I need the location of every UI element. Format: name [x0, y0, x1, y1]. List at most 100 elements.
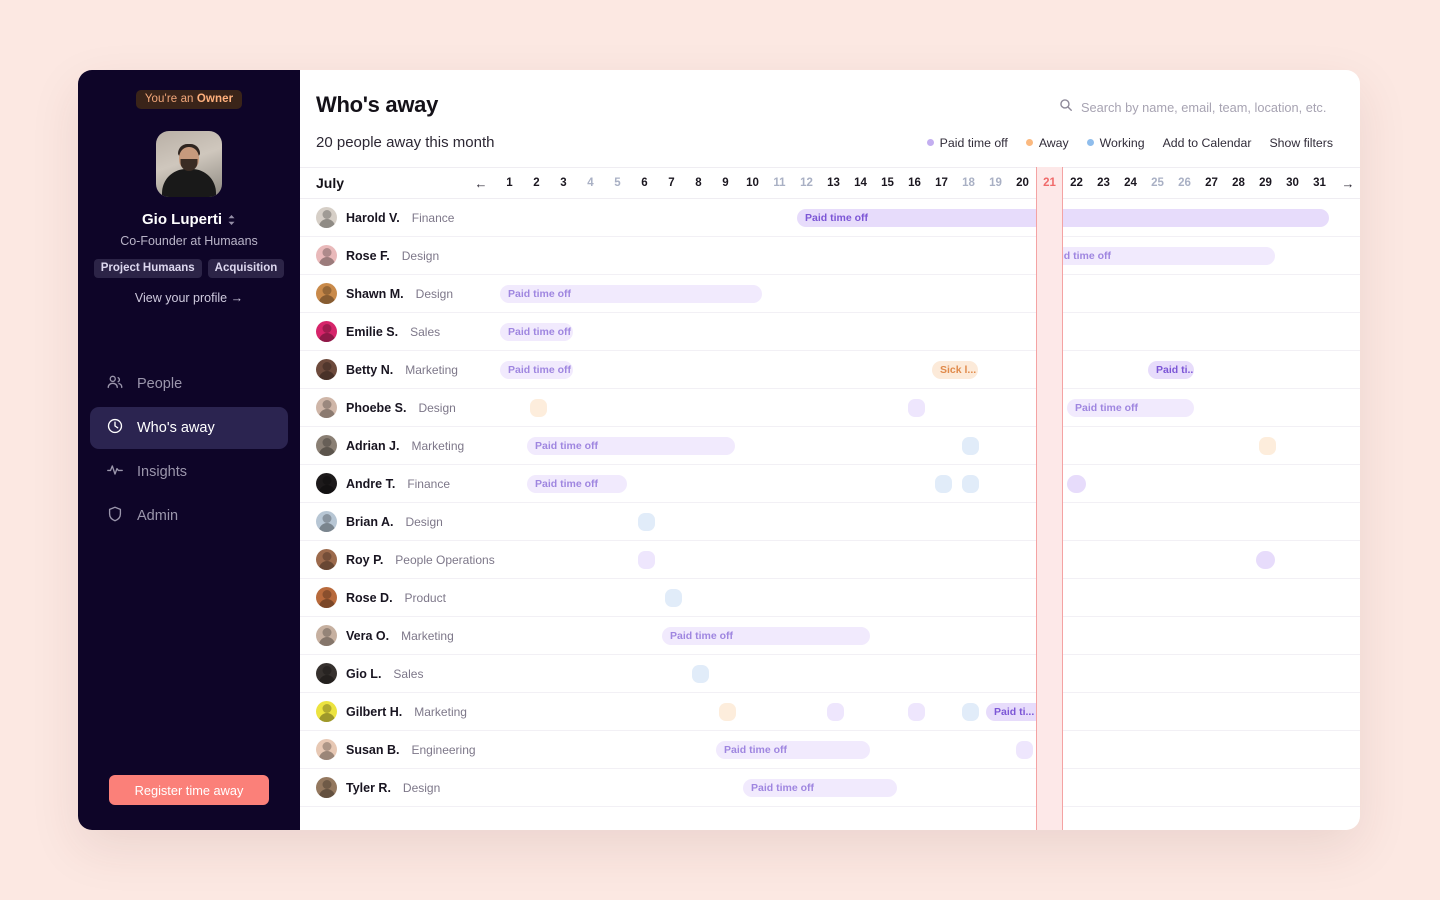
timeline-bar[interactable]: Paid time off	[743, 778, 897, 797]
table-row[interactable]: Harold V. Finance Paid time off	[300, 199, 1360, 237]
timeline-bar[interactable]	[908, 702, 925, 721]
day-header-12[interactable]: 12	[793, 177, 820, 189]
timeline-bar[interactable]	[638, 550, 655, 569]
table-row[interactable]: Rose F. Design Paid time off	[300, 237, 1360, 275]
sidebar-item-whos-away[interactable]: Who's away	[90, 407, 288, 449]
person-cell[interactable]: Gio L. Sales	[300, 663, 496, 684]
timeline-bar[interactable]: Paid time off	[500, 284, 762, 303]
day-header-5[interactable]: 5	[604, 177, 631, 189]
table-row[interactable]: Rose D. Product	[300, 579, 1360, 617]
timeline-track[interactable]: Paid time off Sick l... Paid ti...	[496, 351, 1360, 389]
table-row[interactable]: Brian A. Design	[300, 503, 1360, 541]
day-header-27[interactable]: 27	[1198, 177, 1225, 189]
day-header-15[interactable]: 15	[874, 177, 901, 189]
day-header-6[interactable]: 6	[631, 177, 658, 189]
timeline-track[interactable]: Paid time off	[496, 427, 1360, 465]
timeline-track[interactable]: Paid time off	[496, 313, 1360, 351]
day-header-4[interactable]: 4	[577, 177, 604, 189]
timeline-bar[interactable]	[908, 398, 925, 417]
person-cell[interactable]: Shawn M. Design	[300, 283, 496, 304]
table-row[interactable]: Vera O. Marketing Paid time off	[300, 617, 1360, 655]
day-header-10[interactable]: 10	[739, 177, 766, 189]
timeline-bar[interactable]	[1016, 740, 1033, 759]
day-header-1[interactable]: 1	[496, 177, 523, 189]
person-cell[interactable]: Susan B. Engineering	[300, 739, 496, 760]
timeline-bar[interactable]: Paid time off	[527, 436, 735, 455]
day-header-29[interactable]: 29	[1252, 177, 1279, 189]
timeline-bar[interactable]	[935, 474, 952, 493]
day-header-9[interactable]: 9	[712, 177, 739, 189]
day-header-14[interactable]: 14	[847, 177, 874, 189]
tag-acquisition[interactable]: Acquisition	[207, 259, 285, 278]
day-header-24[interactable]: 24	[1117, 177, 1144, 189]
table-row[interactable]: Susan B. Engineering Paid time off	[300, 731, 1360, 769]
person-cell[interactable]: Phoebe S. Design	[300, 397, 496, 418]
day-header-26[interactable]: 26	[1171, 177, 1198, 189]
timeline-bar[interactable]	[1256, 550, 1275, 569]
day-header-3[interactable]: 3	[550, 177, 577, 189]
timeline-track[interactable]: Paid time off	[496, 389, 1360, 427]
timeline-bar[interactable]	[719, 702, 736, 721]
person-cell[interactable]: Rose F. Design	[300, 245, 496, 266]
timeline-bar[interactable]	[665, 588, 682, 607]
table-row[interactable]: Betty N. Marketing Paid time off Sick l... P…	[300, 351, 1360, 389]
person-cell[interactable]: Rose D. Product	[300, 587, 496, 608]
day-header-30[interactable]: 30	[1279, 177, 1306, 189]
person-cell[interactable]: Andre T. Finance	[300, 473, 496, 494]
tag-project[interactable]: Project Humaans	[93, 259, 202, 278]
timeline-track[interactable]: Paid time off	[496, 465, 1360, 503]
timeline-bar[interactable]	[1259, 436, 1276, 455]
table-row[interactable]: Gio L. Sales	[300, 655, 1360, 693]
timeline-bar[interactable]: Paid time off	[500, 322, 573, 341]
timeline-bar[interactable]	[962, 474, 979, 493]
sidebar-item-admin[interactable]: Admin	[90, 495, 288, 537]
table-row[interactable]: Phoebe S. Design Paid time off	[300, 389, 1360, 427]
next-month-button[interactable]: →	[1333, 176, 1360, 191]
show-filters-button[interactable]: Show filters	[1269, 136, 1333, 150]
table-row[interactable]: Roy P. People Operations	[300, 541, 1360, 579]
person-cell[interactable]: Adrian J. Marketing	[300, 435, 496, 456]
person-cell[interactable]: Brian A. Design	[300, 511, 496, 532]
day-header-18[interactable]: 18	[955, 177, 982, 189]
sidebar-item-insights[interactable]: Insights	[90, 451, 288, 493]
timeline-bar[interactable]: Paid ti...	[986, 702, 1059, 721]
day-header-21[interactable]: 21	[1036, 177, 1063, 189]
timeline-track[interactable]: Paid time off	[496, 731, 1360, 769]
timeline-bar[interactable]: Paid ti...	[1148, 360, 1194, 379]
timeline-bar[interactable]: Paid time off	[797, 208, 1329, 227]
day-header-2[interactable]: 2	[523, 177, 550, 189]
person-cell[interactable]: Harold V. Finance	[300, 207, 496, 228]
timeline-track[interactable]: Paid time off	[496, 769, 1360, 807]
timeline-bar[interactable]	[962, 702, 979, 721]
table-row[interactable]: Gilbert H. Marketing Paid ti...	[300, 693, 1360, 731]
day-header-8[interactable]: 8	[685, 177, 712, 189]
timeline-bar[interactable]: Sick l...	[932, 360, 978, 379]
timeline-bar[interactable]	[638, 512, 655, 531]
day-header-31[interactable]: 31	[1306, 177, 1333, 189]
timeline-track[interactable]	[496, 579, 1360, 617]
search-input[interactable]	[1081, 100, 1333, 115]
add-to-calendar-button[interactable]: Add to Calendar	[1163, 136, 1252, 150]
timeline-bar[interactable]: Paid time off	[500, 360, 573, 379]
day-header-7[interactable]: 7	[658, 177, 685, 189]
timeline-bar[interactable]: Paid time off	[716, 740, 870, 759]
day-header-23[interactable]: 23	[1090, 177, 1117, 189]
person-cell[interactable]: Tyler R. Design	[300, 777, 496, 798]
timeline-bar[interactable]: Paid time off	[527, 474, 627, 493]
day-header-13[interactable]: 13	[820, 177, 847, 189]
search-box[interactable]	[1059, 98, 1333, 117]
person-cell[interactable]: Betty N. Marketing	[300, 359, 496, 380]
timeline-bar[interactable]: Paid time off	[662, 626, 870, 645]
timeline-track[interactable]: Paid time off	[496, 275, 1360, 313]
register-time-away-button[interactable]: Register time away	[109, 775, 269, 805]
person-cell[interactable]: Emilie S. Sales	[300, 321, 496, 342]
day-header-11[interactable]: 11	[766, 177, 793, 189]
timeline-track[interactable]: Paid ti...	[496, 693, 1360, 731]
view-profile-link[interactable]: View your profile →	[135, 291, 243, 305]
timeline-track[interactable]: Paid time off	[496, 199, 1360, 237]
day-header-25[interactable]: 25	[1144, 177, 1171, 189]
table-row[interactable]: Shawn M. Design Paid time off	[300, 275, 1360, 313]
timeline-bar[interactable]: Paid time off	[1067, 398, 1194, 417]
person-cell[interactable]: Gilbert H. Marketing	[300, 701, 496, 722]
table-row[interactable]: Andre T. Finance Paid time off	[300, 465, 1360, 503]
